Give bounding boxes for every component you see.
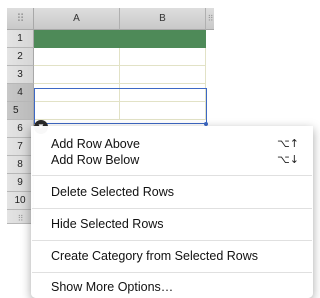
menu-item-create-category[interactable]: Create Category from Selected Rows [31,248,313,264]
menu-separator [32,208,312,209]
cell-b3[interactable] [120,66,206,84]
menu-item-shortcut: ⌥↓ [277,153,299,166]
menu-item-add-row-below[interactable]: Add Row Below ⌥↓ [31,152,313,168]
row-header-3[interactable]: 3 [7,66,34,84]
table-corner[interactable]: ⠿ [7,8,34,30]
cell-b2[interactable] [120,48,206,66]
selection-outline [34,88,207,124]
menu-item-hide-selected-rows[interactable]: Hide Selected Rows [31,216,313,232]
menu-item-label: Create Category from Selected Rows [51,249,259,263]
row-header-10[interactable]: 10 [7,192,34,210]
column-header-a[interactable]: A [34,8,120,30]
menu-item-delete-selected-rows[interactable]: Delete Selected Rows [31,184,313,200]
row-header-7[interactable]: 7 [7,138,34,156]
menu-item-label: Add Row Below [51,153,140,167]
row-header-1[interactable]: 1 [7,30,34,48]
row-header-8[interactable]: 8 [7,156,34,174]
grip-icon[interactable]: ⠿ [16,13,24,25]
row-header-4[interactable]: 4 [7,84,34,102]
menu-item-label: Add Row Above [51,137,140,151]
menu-separator [32,272,312,273]
row-header-5[interactable]: 5 [7,102,34,120]
menu-item-label: Show More Options… [51,280,174,294]
menu-item-show-more-options[interactable]: Show More Options… [31,279,313,295]
row-header-6[interactable]: 6 [7,120,34,138]
cell-a2[interactable] [34,48,120,66]
row-context-menu: Add Row Above ⌥↑ Add Row Below ⌥↓ Delete… [31,126,313,298]
menu-item-label: Delete Selected Rows [51,185,174,199]
row-header-2[interactable]: 2 [7,48,34,66]
column-header-b[interactable]: B [120,8,206,30]
menu-item-shortcut: ⌥↑ [277,137,299,150]
menu-separator [32,240,312,241]
grip-icon[interactable]: ⠿ [208,14,214,23]
cell-b1[interactable] [120,30,206,48]
menu-item-add-row-above[interactable]: Add Row Above ⌥↑ [31,136,313,152]
cell-a1[interactable] [34,30,120,48]
row-header-9[interactable]: 9 [7,174,34,192]
row-footer-grip[interactable]: ⠿ [7,210,34,224]
cell-a3[interactable] [34,66,120,84]
column-grip[interactable]: ⠿ [206,8,214,30]
menu-separator [32,175,312,176]
grip-icon[interactable]: ⠿ [18,214,24,223]
menu-item-label: Hide Selected Rows [51,217,164,231]
